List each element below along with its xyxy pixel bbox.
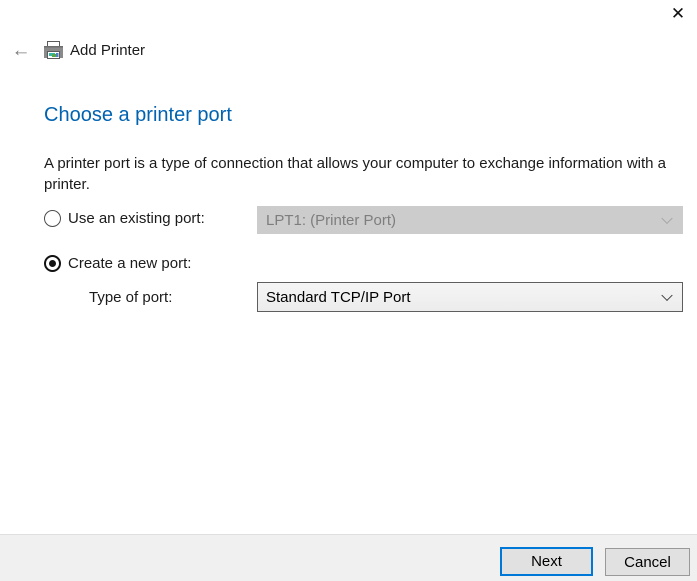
type-of-port-label: Type of port:: [89, 289, 172, 306]
next-button[interactable]: Next: [500, 547, 593, 576]
port-type-dropdown[interactable]: Standard TCP/IP Port: [257, 282, 683, 312]
wizard-step-heading: Choose a printer port: [44, 104, 232, 127]
step-description: A printer port is a type of connection t…: [44, 153, 692, 195]
close-icon[interactable]: ✕: [663, 2, 693, 26]
wizard-footer: Next Cancel: [0, 534, 697, 581]
wizard-header: ← Add Printer: [0, 38, 697, 66]
cancel-button[interactable]: Cancel: [605, 548, 690, 576]
existing-port-dropdown-value: LPT1: (Printer Port): [266, 212, 396, 229]
printer-icon: [42, 39, 65, 67]
port-type-dropdown-value: Standard TCP/IP Port: [266, 289, 411, 306]
radio-use-existing-port[interactable]: Use an existing port:: [44, 210, 205, 227]
radio-circle-checked[interactable]: [44, 255, 61, 272]
radio-label-existing-port: Use an existing port:: [68, 210, 205, 227]
add-printer-wizard-dialog: ✕ ← Add Printer Choose a printer port A …: [0, 0, 697, 581]
chevron-down-icon: [661, 290, 672, 301]
existing-port-dropdown: LPT1: (Printer Port): [257, 206, 683, 234]
back-button[interactable]: ←: [8, 38, 34, 64]
radio-label-new-port: Create a new port:: [68, 255, 191, 272]
chevron-down-icon: [661, 213, 672, 224]
radio-circle-unchecked[interactable]: [44, 210, 61, 227]
radio-create-new-port[interactable]: Create a new port:: [44, 255, 191, 272]
page-title: Add Printer: [70, 42, 145, 59]
